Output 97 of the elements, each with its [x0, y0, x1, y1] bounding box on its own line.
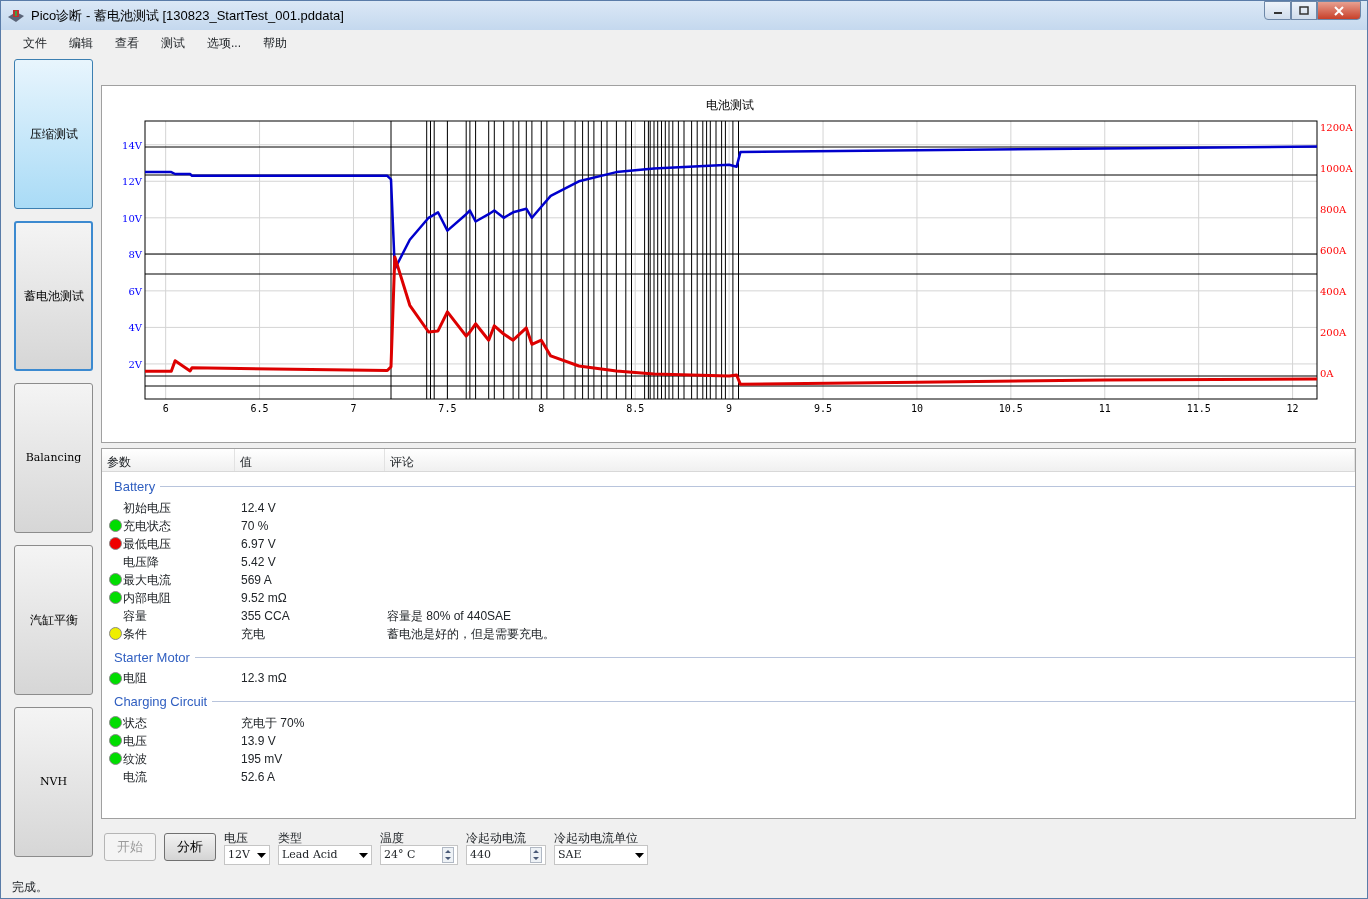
parameter-value: 5.42 V: [241, 554, 276, 569]
column-header[interactable]: 参数: [102, 449, 235, 471]
parameter-value: 195 mV: [241, 751, 283, 766]
parameter-name: 状态: [123, 715, 147, 730]
sidebar-button[interactable]: 蓄电池测试: [14, 221, 93, 371]
menu-item[interactable]: 选项...: [196, 32, 252, 54]
status-text: 完成。: [11, 879, 49, 896]
dropdown-field[interactable]: SAE: [554, 845, 648, 865]
parameter-name: 初始电压: [123, 500, 171, 515]
parameter-value: 569 A: [241, 572, 272, 587]
x-tick-label: 6: [162, 403, 169, 414]
y-tick-label: 1200A: [1320, 121, 1353, 133]
y-tick-label: 800A: [1320, 203, 1347, 215]
window-title: Pico诊断 - 蓄电池测试 [130823_StartTest_001.pddata]: [31, 6, 344, 25]
caret-icon: [359, 852, 368, 858]
menu-item[interactable]: 文件: [12, 32, 58, 54]
x-tick-label: 9: [726, 403, 733, 414]
parameter-name: 容量: [123, 608, 147, 623]
x-tick-label: 11: [1098, 403, 1111, 414]
parameter-value: 充电于 70%: [241, 715, 305, 730]
parameter-name: 内部电阻: [123, 590, 171, 605]
x-tick-label: 10: [910, 403, 923, 414]
parameter-name: 电流: [123, 769, 147, 784]
x-tick-label: 8: [538, 403, 545, 414]
x-tick-label: 8.5: [626, 403, 645, 414]
sidebar-button[interactable]: 汽缸平衡: [14, 545, 93, 695]
y-tick-label: 0A: [1320, 367, 1334, 379]
field-label: 类型: [278, 831, 303, 845]
close-icon: [1333, 5, 1345, 16]
column-header[interactable]: 值: [235, 449, 385, 471]
parameter-name: 电阻: [123, 671, 147, 685]
y-tick-label: 600A: [1320, 244, 1347, 256]
y-tick-label: 10V: [122, 212, 142, 224]
caret-icon: [257, 852, 266, 858]
parameter-value: 52.6 A: [241, 769, 276, 784]
y-tick-label: 400A: [1320, 285, 1347, 297]
spinner-arrows-icon[interactable]: [442, 847, 454, 863]
parameter-value: 12.4 V: [241, 500, 276, 515]
column-header[interactable]: 评论: [385, 449, 1355, 471]
y-tick-label: 8V: [128, 249, 142, 261]
app-logo-icon: [7, 7, 25, 24]
menu-item[interactable]: 编辑: [58, 32, 104, 54]
maximize-button[interactable]: [1291, 1, 1317, 20]
parameter-value: 355 CCA: [241, 608, 290, 623]
comment-text: 容量是 80% of 440SAE: [387, 608, 512, 623]
field-label: 冷起动电流单位: [554, 831, 639, 845]
x-tick-label: 10.5: [998, 403, 1023, 414]
y-tick-label: 2V: [128, 358, 142, 370]
spinner-arrows-icon[interactable]: [530, 847, 542, 863]
x-tick-label: 7.5: [438, 403, 457, 414]
group-title: Starter Motor: [114, 648, 190, 667]
parameter-value: 12.3 mΩ: [241, 671, 287, 685]
parameter-value: 充电: [241, 626, 265, 641]
field-label: 电压: [224, 831, 249, 845]
maximize-icon: [1299, 6, 1309, 15]
parameter-value: 9.52 mΩ: [241, 590, 287, 605]
y-tick-label: 1000A: [1320, 162, 1353, 174]
x-tick-label: 11.5: [1186, 403, 1211, 414]
parameter-name: 条件: [123, 626, 147, 641]
parameter-name: 电压降: [123, 554, 159, 569]
close-button[interactable]: [1317, 1, 1361, 20]
parameter-name: 电压: [123, 733, 147, 748]
analyze-button[interactable]: 分析: [164, 833, 216, 861]
menu-item[interactable]: 帮助: [252, 32, 298, 54]
comment-text: 蓄电池是好的，但是需要充电。: [387, 626, 555, 641]
dropdown-field[interactable]: Lead Acid: [278, 845, 372, 865]
sidebar-button[interactable]: 压缩测试: [14, 59, 93, 209]
parameter-name: 最大电流: [123, 572, 171, 587]
parameter-name: 充电状态: [123, 518, 171, 533]
menu-item[interactable]: 查看: [104, 32, 150, 54]
parameter-value: 70 %: [241, 518, 269, 533]
y-tick-label: 6V: [128, 285, 142, 297]
spinner-field[interactable]: 440: [466, 845, 546, 865]
sidebar-button[interactable]: Balancing: [14, 383, 93, 533]
y-tick-label: 14V: [122, 139, 142, 151]
spinner-field[interactable]: 24° C: [380, 845, 458, 865]
y-tick-label: 12V: [122, 176, 142, 188]
minimize-button[interactable]: [1264, 1, 1291, 20]
x-tick-label: 12: [1286, 403, 1299, 414]
group-title: Battery: [114, 478, 156, 496]
field-label: 温度: [380, 831, 405, 845]
field-label: 冷起动电流: [466, 831, 527, 845]
parameter-value: 6.97 V: [241, 536, 276, 551]
x-tick-label: 6.5: [250, 403, 269, 414]
x-tick-label: 9.5: [814, 403, 833, 414]
sidebar-button[interactable]: NVH: [14, 707, 93, 857]
parameter-value: 13.9 V: [241, 733, 276, 748]
caret-icon: [635, 852, 644, 858]
chart-title: 电池测试: [706, 98, 754, 112]
parameter-name: 纹波: [123, 751, 147, 766]
y-tick-label: 200A: [1320, 326, 1347, 338]
menu-item[interactable]: 测试: [150, 32, 196, 54]
y-tick-label: 4V: [128, 322, 142, 334]
x-tick-label: 7: [350, 403, 357, 414]
dropdown-field[interactable]: 12V: [224, 845, 270, 865]
parameter-name: 最低电压: [123, 536, 171, 551]
group-title: Charging Circuit: [114, 693, 208, 711]
